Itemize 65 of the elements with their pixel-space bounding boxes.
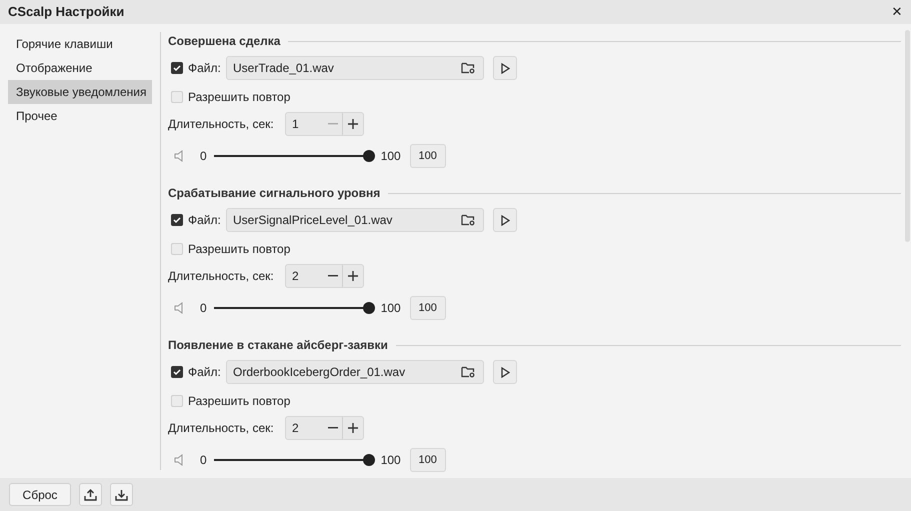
speaker-icon bbox=[174, 302, 184, 314]
file-field[interactable]: OrderbookIcebergOrder_01.wav bbox=[226, 360, 484, 384]
folder-icon[interactable] bbox=[461, 62, 475, 74]
sidebar-item[interactable]: Отображение bbox=[8, 56, 152, 80]
checkbox[interactable] bbox=[171, 366, 183, 378]
checkbox[interactable] bbox=[171, 91, 183, 103]
reset-button[interactable]: Сброс bbox=[9, 483, 71, 506]
minus-icon bbox=[328, 275, 338, 277]
duration-label: Длительность, сек: bbox=[168, 420, 275, 437]
checkbox[interactable] bbox=[171, 395, 183, 407]
close-button[interactable]: ✕ bbox=[889, 4, 905, 20]
section-title: Срабатывание сигнального уровня bbox=[168, 185, 380, 202]
duration-label: Длительность, сек: bbox=[168, 116, 275, 133]
file-label: Файл: bbox=[188, 60, 222, 77]
file-field[interactable]: UserTrade_01.wav bbox=[226, 56, 484, 80]
minus-icon bbox=[328, 123, 338, 125]
speaker-icon bbox=[174, 454, 184, 466]
slider-min-label: 0 bbox=[200, 452, 207, 469]
play-button[interactable] bbox=[493, 208, 517, 232]
checkmark-icon bbox=[173, 216, 181, 224]
minus-icon bbox=[328, 427, 338, 429]
plus-icon bbox=[348, 271, 358, 281]
folder-icon[interactable] bbox=[461, 214, 475, 226]
section-title: Появление в стакане айсберг-заявки bbox=[168, 337, 388, 354]
slider-max-label: 100 bbox=[380, 452, 401, 469]
section-title: Совершена сделка bbox=[168, 33, 280, 50]
file-label: Файл: bbox=[188, 212, 222, 229]
checkbox-label: Разрешить повтор bbox=[188, 241, 290, 258]
checkbox[interactable] bbox=[171, 214, 183, 226]
checkbox-label: Разрешить повтор bbox=[188, 393, 290, 410]
download-button[interactable] bbox=[110, 483, 133, 506]
volume-field[interactable]: 100 bbox=[410, 448, 446, 472]
volume-field[interactable]: 100 bbox=[410, 296, 446, 320]
checkbox-label: Разрешить повтор bbox=[188, 89, 290, 106]
play-icon bbox=[500, 214, 510, 226]
window-title: CScalp Настройки bbox=[8, 3, 124, 22]
sidebar-item[interactable]: Прочее bbox=[8, 104, 152, 128]
checkbox[interactable] bbox=[171, 243, 183, 255]
volume-field[interactable]: 100 bbox=[410, 144, 446, 168]
slider-min-label: 0 bbox=[200, 300, 207, 317]
file-field[interactable]: UserSignalPriceLevel_01.wav bbox=[226, 208, 484, 232]
number-stepper[interactable]: 2 bbox=[285, 264, 364, 288]
checkmark-icon bbox=[173, 368, 181, 376]
play-icon bbox=[500, 366, 510, 378]
upload-button[interactable] bbox=[79, 483, 102, 506]
checkmark-icon bbox=[173, 64, 181, 72]
upload-icon bbox=[84, 488, 97, 500]
sidebar-item[interactable]: Горячие клавиши bbox=[8, 32, 152, 56]
download-icon bbox=[115, 488, 128, 500]
file-label: Файл: bbox=[188, 364, 222, 381]
number-stepper[interactable]: 1 bbox=[285, 112, 364, 136]
plus-icon bbox=[348, 423, 358, 433]
duration-label: Длительность, сек: bbox=[168, 268, 275, 285]
folder-icon[interactable] bbox=[461, 366, 475, 378]
slider-max-label: 100 bbox=[380, 148, 401, 165]
plus-icon bbox=[348, 119, 358, 129]
number-stepper[interactable]: 2 bbox=[285, 416, 364, 440]
play-icon bbox=[500, 62, 510, 74]
slider-min-label: 0 bbox=[200, 148, 207, 165]
play-button[interactable] bbox=[493, 56, 517, 80]
slider-max-label: 100 bbox=[380, 300, 401, 317]
play-button[interactable] bbox=[493, 360, 517, 384]
checkbox[interactable] bbox=[171, 62, 183, 74]
sidebar-item[interactable]: Звуковые уведомления bbox=[8, 80, 152, 104]
speaker-icon bbox=[174, 150, 184, 162]
